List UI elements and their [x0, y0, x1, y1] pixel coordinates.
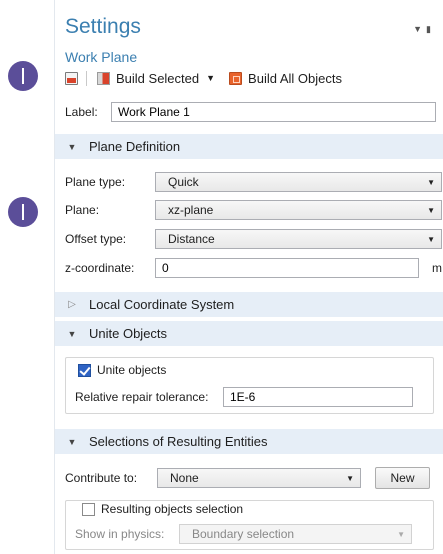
offset-type-row: Offset type: Distance ▼	[65, 229, 442, 249]
tolerance-input[interactable]	[223, 387, 413, 407]
section-title: Selections of Resulting Entities	[89, 434, 268, 449]
settings-panel: Settings ▼▮ Work Plane Build Selected ▼ …	[54, 0, 443, 554]
plane-label: Plane:	[65, 203, 100, 217]
contribute-to-label: Contribute to:	[65, 471, 138, 485]
resulting-objects-label: Resulting objects selection	[101, 502, 244, 516]
build-selected-button[interactable]: Build Selected	[116, 71, 199, 86]
offset-type-select[interactable]: Distance ▼	[155, 229, 442, 249]
show-in-physics-row: Show in physics: Boundary selection ▼	[75, 524, 412, 544]
offset-type-label: Offset type:	[65, 232, 127, 246]
dropdown-icon[interactable]: ▼	[413, 24, 426, 34]
toolbar-separator	[86, 70, 87, 86]
expand-toggle-icon[interactable]: ▼	[55, 329, 89, 339]
unite-objects-label: Unite objects	[97, 363, 167, 377]
resulting-objects-checkbox-row[interactable]: Resulting objects selection	[82, 502, 243, 516]
chevron-down-icon: ▼	[346, 473, 354, 483]
chevron-down-icon: ▼	[427, 205, 435, 215]
expand-toggle-icon[interactable]: ▼	[55, 142, 89, 152]
select-value: None	[170, 471, 199, 485]
callout-marker-1	[8, 61, 38, 91]
section-local-coordinate-system[interactable]: ▷ Local Coordinate System	[55, 292, 443, 317]
toolbar: Build Selected ▼ Build All Objects	[65, 68, 342, 88]
label-input[interactable]	[111, 102, 436, 122]
chevron-down-icon: ▼	[427, 234, 435, 244]
select-value: Boundary selection	[192, 527, 295, 541]
callout-marker-2	[8, 197, 38, 227]
chevron-down-icon: ▼	[427, 177, 435, 187]
node-name: Work Plane	[65, 49, 138, 65]
plane-type-label: Plane type:	[65, 175, 126, 189]
select-value: Quick	[168, 175, 199, 189]
build-selected-icon	[97, 71, 110, 85]
tolerance-label: Relative repair tolerance:	[75, 390, 209, 404]
label-row: Label:	[65, 102, 436, 122]
build-all-icon	[229, 71, 243, 85]
section-selections-resulting-entities[interactable]: ▼ Selections of Resulting Entities	[55, 429, 443, 454]
panel-window-controls[interactable]: ▼▮	[413, 24, 435, 35]
plane-type-row: Plane type: Quick ▼	[65, 172, 442, 192]
resulting-objects-checkbox[interactable]	[82, 502, 95, 516]
section-title: Unite Objects	[89, 326, 168, 341]
tolerance-row: Relative repair tolerance:	[75, 387, 413, 407]
expand-toggle-icon[interactable]: ▷	[55, 299, 89, 310]
section-plane-definition[interactable]: ▼ Plane Definition	[55, 134, 443, 159]
z-coordinate-label: z-coordinate:	[65, 261, 135, 275]
select-value: xz-plane	[168, 203, 214, 217]
section-title: Local Coordinate System	[89, 297, 235, 312]
pin-icon[interactable]: ▮	[426, 24, 435, 34]
chevron-down-icon: ▼	[397, 529, 405, 539]
show-in-physics-select[interactable]: Boundary selection ▼	[179, 524, 412, 544]
chevron-down-icon[interactable]: ▼	[206, 73, 215, 83]
plane-row: Plane: xz-plane ▼	[65, 200, 442, 220]
section-title: Plane Definition	[89, 139, 181, 154]
select-value: Distance	[168, 232, 215, 246]
plane-type-select[interactable]: Quick ▼	[155, 172, 442, 192]
document-icon[interactable]	[65, 71, 78, 85]
plane-select[interactable]: xz-plane ▼	[155, 200, 442, 220]
z-coordinate-input[interactable]	[155, 258, 419, 278]
contribute-to-row: Contribute to: None ▼ New	[65, 467, 430, 489]
unite-objects-checkbox-row[interactable]: Unite objects	[78, 363, 166, 377]
unite-objects-checkbox[interactable]	[78, 363, 91, 377]
show-in-physics-label: Show in physics:	[75, 527, 165, 541]
build-all-objects-button[interactable]: Build All Objects	[248, 71, 342, 86]
expand-toggle-icon[interactable]: ▼	[55, 437, 89, 447]
z-coordinate-row: z-coordinate: m	[65, 258, 442, 278]
unit-label: m	[432, 261, 442, 275]
new-button[interactable]: New	[375, 467, 430, 489]
section-unite-objects[interactable]: ▼ Unite Objects	[55, 321, 443, 346]
label-field-label: Label:	[65, 105, 98, 119]
contribute-to-select[interactable]: None ▼	[157, 468, 361, 488]
panel-title: Settings	[65, 15, 141, 38]
